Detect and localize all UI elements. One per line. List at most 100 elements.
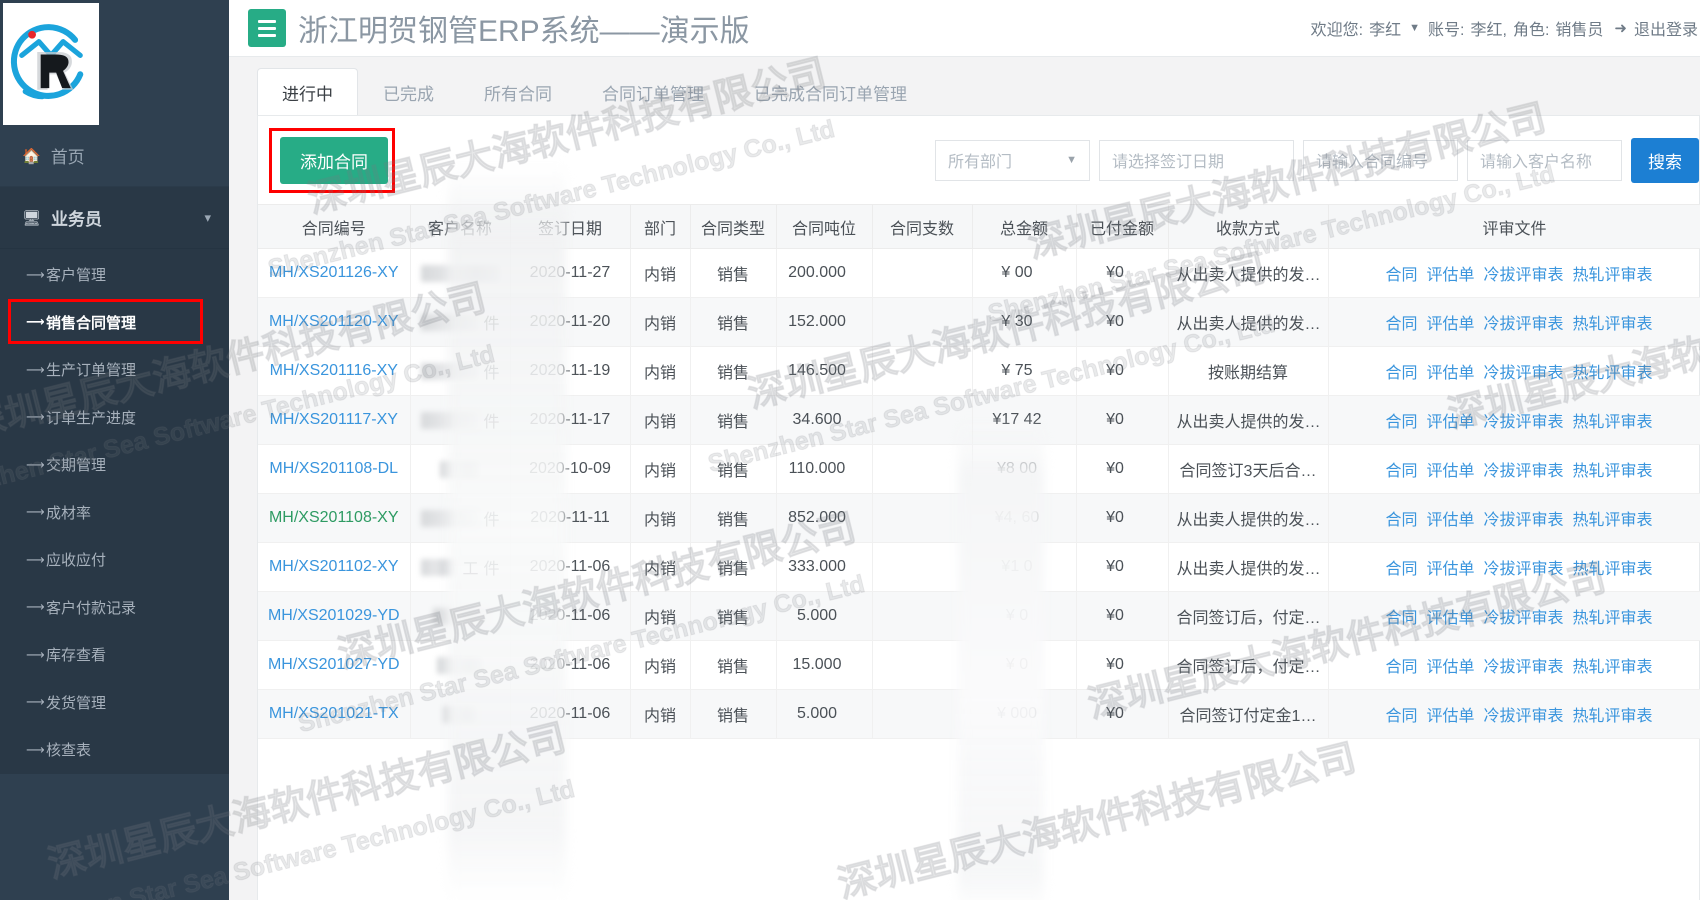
tab-all-contracts[interactable]: 所有合同	[459, 68, 577, 115]
cell-review-files[interactable]: 合同 评估单 冷拔评审表 热轧评审表	[1328, 297, 1700, 347]
logout-icon[interactable]: ➜	[1614, 19, 1627, 37]
review-file-link[interactable]: 合同	[1385, 365, 1417, 382]
table-row[interactable]: MH/XS201120-XY 件 2020-11-20 内销 销售 152.000 ¥ 30…	[258, 297, 1700, 347]
column-header-contract-no[interactable]: 合同编号	[258, 204, 411, 249]
review-file-link[interactable]: 合同	[1385, 414, 1417, 431]
column-header-total-amount[interactable]: 总金额	[972, 204, 1077, 249]
cell-contract-no[interactable]: MH/XS201120-XY	[258, 297, 411, 347]
cell-contract-no[interactable]: MH/XS201117-XY	[258, 395, 411, 445]
review-file-link[interactable]: 评估单	[1426, 512, 1474, 529]
table-row[interactable]: MH/XS201126-XY 2020-11-27 内销 销售 200.000 ¥ 00 ¥…	[258, 248, 1700, 298]
sidebar-item-home[interactable]: 🏠 首页	[0, 125, 229, 187]
review-file-link[interactable]: 合同	[1385, 267, 1417, 284]
column-header-department[interactable]: 部门	[630, 204, 691, 249]
sidebar-group-salesperson[interactable]: 🖥 业务员 ▾	[0, 187, 229, 249]
column-header-contract-type[interactable]: 合同类型	[690, 204, 777, 249]
sidebar-item-inventory-view[interactable]: ⟶ 库存查看	[0, 631, 229, 679]
table-row[interactable]: MH/XS201116-XY 件 2020-11-19 内销 销售 146.500 ¥ 75…	[258, 346, 1700, 396]
column-header-piece-count[interactable]: 合同支数	[872, 204, 973, 249]
review-file-link[interactable]: 合同	[1385, 463, 1417, 480]
review-file-link[interactable]: 评估单	[1426, 708, 1474, 725]
review-file-link[interactable]: 冷拔评审表	[1484, 316, 1564, 333]
column-header-payment-method[interactable]: 收款方式	[1168, 204, 1329, 249]
column-header-tonnage[interactable]: 合同吨位	[776, 204, 873, 249]
table-row[interactable]: MH/XS201021-TX 2020-11-06 内销 销售 5.000 ¥ 000 ¥0…	[258, 689, 1700, 739]
review-file-link[interactable]: 热轧评审表	[1573, 659, 1653, 676]
column-header-sign-date[interactable]: 签订日期	[510, 204, 631, 249]
sidebar-item-production-order-management[interactable]: ⟶ 生产订单管理	[0, 346, 229, 394]
cell-contract-no[interactable]: MH/XS201116-XY	[258, 346, 411, 396]
cell-review-files[interactable]: 合同 评估单 冷拔评审表 热轧评审表	[1328, 640, 1700, 690]
review-file-link[interactable]: 冷拔评审表	[1484, 365, 1564, 382]
contract-no-link[interactable]: MH/XS201021-TX	[269, 705, 399, 722]
sidebar-item-sales-contract-management[interactable]: ⟶ 销售合同管理	[0, 298, 229, 347]
logout-button[interactable]: 退出登录	[1634, 16, 1698, 40]
review-file-link[interactable]: 评估单	[1426, 659, 1474, 676]
sidebar-item-customer-payment-records[interactable]: ⟶ 客户付款记录	[0, 584, 229, 632]
review-file-link[interactable]: 合同	[1385, 659, 1417, 676]
review-file-link[interactable]: 评估单	[1426, 365, 1474, 382]
review-file-link[interactable]: 评估单	[1426, 561, 1474, 578]
review-file-link[interactable]: 热轧评审表	[1573, 610, 1653, 627]
review-file-link[interactable]: 冷拔评审表	[1484, 267, 1564, 284]
cell-review-files[interactable]: 合同 评估单 冷拔评审表 热轧评审表	[1328, 444, 1700, 494]
review-file-link[interactable]: 热轧评审表	[1573, 463, 1653, 480]
review-file-link[interactable]: 冷拔评审表	[1484, 463, 1564, 480]
column-header-customer-name[interactable]: 客户名称	[410, 204, 511, 249]
sidebar-item-order-production-progress[interactable]: ⟶ 订单生产进度	[0, 394, 229, 442]
cell-contract-no[interactable]: MH/XS201027-YD	[258, 640, 411, 690]
review-file-link[interactable]: 合同	[1385, 512, 1417, 529]
table-row[interactable]: MH/XS201102-XY 工件 2020-11-06 内销 销售 333.000 ¥1 …	[258, 542, 1700, 592]
table-row[interactable]: MH/XS201117-XY 件 2020-11-17 内销 销售 34.600 ¥17 4…	[258, 395, 1700, 445]
cell-contract-no[interactable]: MH/XS201126-XY	[258, 248, 411, 298]
review-file-link[interactable]: 冷拔评审表	[1484, 610, 1564, 627]
contract-no-link[interactable]: MH/XS201120-XY	[269, 313, 399, 330]
contract-no-link[interactable]: MH/XS201102-XY	[269, 558, 399, 575]
cell-contract-no[interactable]: MH/XS201021-TX	[258, 689, 411, 739]
cell-review-files[interactable]: 合同 评估单 冷拔评审表 热轧评审表	[1328, 248, 1700, 298]
cell-contract-no[interactable]: MH/XS201108-DL	[258, 444, 411, 494]
review-file-link[interactable]: 合同	[1385, 316, 1417, 333]
sidebar-item-delivery-schedule[interactable]: ⟶ 交期管理	[0, 441, 229, 489]
review-file-link[interactable]: 冷拔评审表	[1484, 512, 1564, 529]
contract-no-link[interactable]: MH/XS201108-XY	[269, 509, 399, 526]
review-file-link[interactable]: 热轧评审表	[1573, 316, 1653, 333]
table-row[interactable]: MH/XS201108-XY 件 2020-11-11 内销 销售 852.000 ¥4, …	[258, 493, 1700, 543]
review-file-link[interactable]: 冷拔评审表	[1484, 561, 1564, 578]
table-row[interactable]: MH/XS201027-YD 2020-11-06 内销 销售 15.000 ¥ 0 ¥0 合…	[258, 640, 1700, 690]
search-button[interactable]: 搜索	[1631, 137, 1699, 183]
tab-completed-contract-order-management[interactable]: 已完成合同订单管理	[729, 68, 932, 115]
sidebar-item-checklist[interactable]: ⟶ 核查表	[0, 726, 229, 774]
tab-completed[interactable]: 已完成	[358, 68, 459, 115]
review-file-link[interactable]: 评估单	[1426, 610, 1474, 627]
cell-review-files[interactable]: 合同 评估单 冷拔评审表 热轧评审表	[1328, 395, 1700, 445]
review-file-link[interactable]: 评估单	[1426, 267, 1474, 284]
sidebar-item-customer-management[interactable]: ⟶ 客户管理	[0, 251, 229, 299]
review-file-link[interactable]: 合同	[1385, 561, 1417, 578]
review-file-link[interactable]: 冷拔评审表	[1484, 659, 1564, 676]
review-file-link[interactable]: 热轧评审表	[1573, 512, 1653, 529]
sidebar-item-receivables-payables[interactable]: ⟶ 应收应付	[0, 536, 229, 584]
cell-review-files[interactable]: 合同 评估单 冷拔评审表 热轧评审表	[1328, 591, 1700, 641]
contract-no-input[interactable]: 请输入合同编号	[1303, 139, 1458, 181]
review-file-link[interactable]: 评估单	[1426, 414, 1474, 431]
review-file-link[interactable]: 热轧评审表	[1573, 414, 1653, 431]
add-contract-button[interactable]: 添加合同	[280, 136, 388, 184]
sign-date-input[interactable]: 请选择签订日期	[1099, 139, 1294, 181]
column-header-review-files[interactable]: 评审文件	[1328, 204, 1700, 249]
department-select[interactable]: 所有部门 ▼	[935, 139, 1090, 181]
review-file-link[interactable]: 评估单	[1426, 316, 1474, 333]
contract-no-link[interactable]: MH/XS201108-DL	[269, 460, 398, 477]
review-file-link[interactable]: 冷拔评审表	[1484, 708, 1564, 725]
cell-contract-no[interactable]: MH/XS201108-XY	[258, 493, 411, 543]
customer-name-input[interactable]: 请输入客户名称	[1467, 139, 1622, 181]
cell-contract-no[interactable]: MH/XS201029-YD	[258, 591, 411, 641]
tab-in-progress[interactable]: 进行中	[257, 68, 358, 115]
contract-no-link[interactable]: MH/XS201116-XY	[270, 362, 398, 379]
tab-contract-order-management[interactable]: 合同订单管理	[577, 68, 729, 115]
review-file-link[interactable]: 评估单	[1426, 463, 1474, 480]
column-header-paid-amount[interactable]: 已付金额	[1076, 204, 1169, 249]
review-file-link[interactable]: 合同	[1385, 610, 1417, 627]
contract-no-link[interactable]: MH/XS201117-XY	[270, 411, 398, 428]
sidebar-item-shipping-management[interactable]: ⟶ 发货管理	[0, 679, 229, 727]
